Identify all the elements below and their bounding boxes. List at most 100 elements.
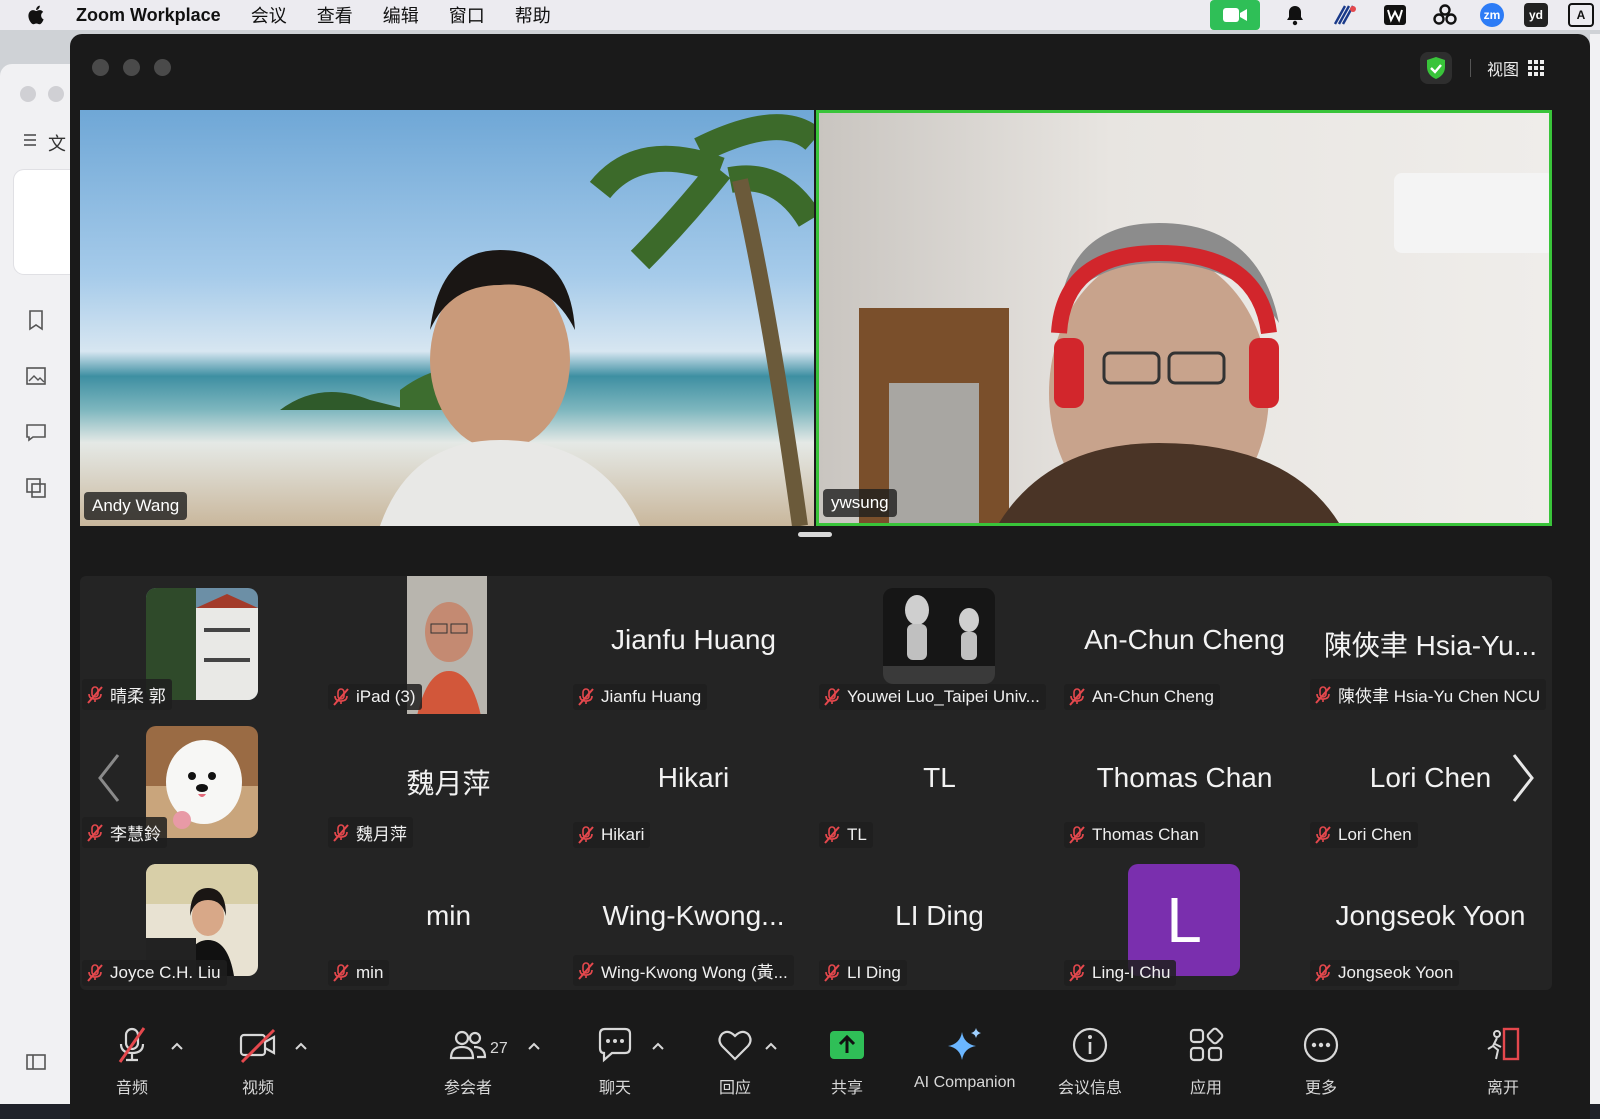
chat-options-caret-icon[interactable] [650, 1038, 666, 1054]
participant-name: 晴柔 郭 [110, 687, 166, 706]
participant-name-tag: An-Chun Cheng [1064, 684, 1220, 710]
muted-mic-icon [578, 826, 594, 844]
meeting-toolbar: 音频 视频 参会者 27 聊天 回应 共享 AI Companion 会议信息 … [70, 1014, 1590, 1119]
participant-name-tag: Ling-I Chu [1064, 960, 1177, 986]
menu-meeting[interactable]: 会议 [251, 2, 287, 28]
menu-view[interactable]: 查看 [317, 2, 353, 28]
participant-tile[interactable]: L Ling-I Chu [1062, 852, 1307, 990]
participant-name: Ling-I Chu [1092, 963, 1171, 982]
participant-video-thumbnail [883, 588, 995, 684]
leave-label: 离开 [1486, 1080, 1519, 1097]
apple-icon[interactable] [26, 4, 48, 26]
participant-tile[interactable]: Thomas Chan Thomas Chan [1062, 714, 1307, 852]
cluster-icon[interactable] [1430, 3, 1460, 27]
participant-display-name: LI Ding [895, 900, 984, 931]
video-button[interactable]: 视频 [238, 1026, 278, 1098]
chat-button[interactable]: 聊天 [596, 1026, 634, 1098]
participant-display-name: Hikari [657, 762, 730, 793]
participant-name: Jianfu Huang [601, 687, 702, 706]
participant-tile[interactable]: Hikari Hikari [571, 714, 816, 852]
participant-tile[interactable]: Joyce C.H. Liu [80, 852, 325, 990]
speaker-video-andy-wang[interactable]: Andy Wang [80, 110, 814, 526]
participant-tile[interactable]: iPad (3) [326, 576, 571, 714]
meeting-info-button[interactable]: 会议信息 [1058, 1026, 1122, 1098]
input-method-icon[interactable]: A [1568, 3, 1594, 27]
security-shield-icon[interactable] [1420, 52, 1452, 84]
participant-tile[interactable]: 陳俠聿 Hsia-Yu... 陳俠聿 Hsia-Yu Chen NCU [1308, 576, 1553, 714]
participant-name: LI Ding [847, 963, 901, 982]
participant-name: Lori Chen [1338, 825, 1412, 844]
app-name-menu[interactable]: Zoom Workplace [76, 5, 221, 26]
menu-edit[interactable]: 编辑 [383, 2, 419, 28]
participant-tile[interactable]: Jongseok Yoon Jongseok Yoon [1308, 852, 1553, 990]
comment-icon[interactable] [24, 420, 48, 444]
chat-icon [598, 1027, 632, 1063]
leave-button[interactable]: 离开 [1484, 1026, 1522, 1098]
participants-options-caret-icon[interactable] [526, 1038, 542, 1054]
muted-mic-icon [1069, 826, 1085, 844]
audio-button[interactable]: 音频 [114, 1026, 150, 1098]
sidebar-toggle-icon[interactable] [24, 1050, 48, 1074]
participant-name: 李慧鈴 [110, 825, 161, 844]
share-button[interactable]: 共享 [828, 1026, 866, 1098]
muted-mic-icon [87, 964, 103, 982]
muted-mic-icon [824, 826, 840, 844]
muted-mic-icon [824, 688, 840, 706]
participant-display-name: Jongseok Yoon [1335, 900, 1526, 931]
more-label: 更多 [1304, 1080, 1337, 1097]
participant-display-name: min [425, 900, 472, 931]
participant-tile[interactable]: Youwei Luo_Taipei Univ... [817, 576, 1062, 714]
grid-app-icon[interactable] [1330, 3, 1360, 27]
w-app-icon[interactable] [1380, 3, 1410, 27]
participant-tile[interactable]: 魏月萍 魏月萍 [326, 714, 571, 852]
participant-tile[interactable]: Lori Chen Lori Chen [1308, 714, 1553, 852]
zoom-window-button[interactable] [154, 59, 171, 76]
image-icon[interactable] [24, 364, 48, 388]
participant-tile[interactable]: An-Chun Cheng An-Chun Cheng [1062, 576, 1307, 714]
participant-display-name: 魏月萍 [406, 768, 491, 799]
apps-button[interactable]: 应用 [1187, 1026, 1225, 1098]
zoom-camera-icon[interactable] [1210, 0, 1260, 30]
participant-tile[interactable]: Jianfu Huang Jianfu Huang [571, 576, 816, 714]
speaker-video-ywsung[interactable]: ywsung [816, 110, 1552, 526]
participant-name-tag: Thomas Chan [1064, 822, 1205, 848]
react-options-caret-icon[interactable] [763, 1038, 779, 1054]
participant-name-tag: TL [819, 822, 873, 848]
participant-name: An-Chun Cheng [1092, 687, 1214, 706]
participant-name-tag: Youwei Luo_Taipei Univ... [819, 684, 1046, 710]
yd-app-icon[interactable]: yd [1524, 3, 1548, 27]
bookmark-icon[interactable] [24, 308, 48, 332]
react-button[interactable]: 回应 [716, 1026, 754, 1098]
participant-name-tag: Joyce C.H. Liu [82, 960, 227, 986]
muted-mic-icon [333, 688, 349, 706]
view-button[interactable]: 视图 [1470, 52, 1550, 84]
menu-help[interactable]: 帮助 [515, 2, 551, 28]
bell-icon[interactable] [1280, 3, 1310, 27]
copy-icon[interactable] [24, 476, 48, 500]
resize-handle[interactable] [798, 532, 832, 537]
background-window-controls [20, 86, 64, 102]
more-button[interactable]: 更多 [1302, 1026, 1340, 1098]
participant-name-tag: 魏月萍 [328, 817, 413, 848]
audio-options-caret-icon[interactable] [169, 1038, 185, 1054]
participant-tile[interactable]: min min [326, 852, 571, 990]
participants-button[interactable]: 参会者 [444, 1026, 492, 1098]
participant-gallery: 晴柔 郭 iPad (3) Jianfu Huang Jianfu Huang Youw… [80, 576, 1552, 990]
list-icon[interactable] [22, 132, 38, 148]
muted-mic-icon [578, 961, 594, 980]
close-window-button[interactable] [92, 59, 109, 76]
participant-tile[interactable]: Wing-Kwong... Wing-Kwong Wong (黃... [571, 852, 816, 990]
minimize-window-button[interactable] [123, 59, 140, 76]
muted-mic-icon [1315, 826, 1331, 844]
ai-companion-button[interactable]: AI Companion [914, 1026, 1015, 1092]
menu-window[interactable]: 窗口 [449, 2, 485, 28]
participant-tile[interactable]: TL TL [817, 714, 1062, 852]
participant-name-tag: iPad (3) [328, 684, 422, 710]
window-titlebar: 视图 [70, 34, 1590, 104]
participant-tile[interactable]: 李慧鈴 [80, 714, 325, 852]
participant-tile[interactable]: LI Ding LI Ding [817, 852, 1062, 990]
participant-name: Thomas Chan [1092, 825, 1199, 844]
video-options-caret-icon[interactable] [293, 1038, 309, 1054]
participant-tile[interactable]: 晴柔 郭 [80, 576, 325, 714]
zm-app-icon[interactable]: zm [1480, 3, 1504, 27]
